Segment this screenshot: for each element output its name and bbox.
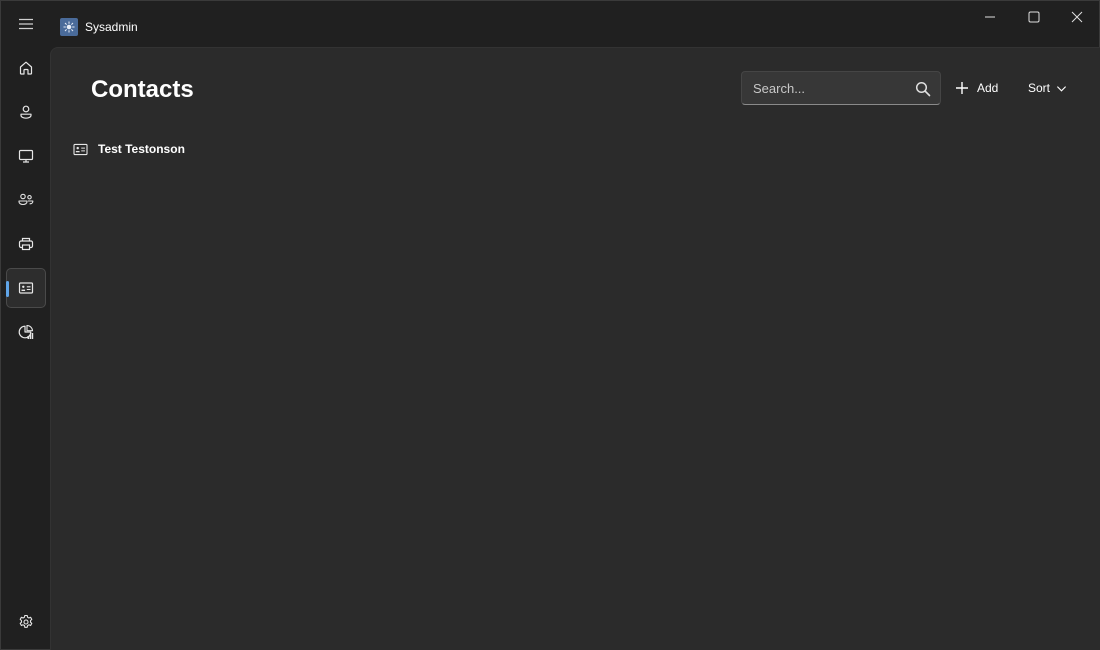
search-box[interactable] [741, 71, 941, 105]
menu-toggle-button[interactable] [6, 5, 46, 43]
sort-button-label: Sort [1028, 81, 1051, 95]
nav-item-reports[interactable] [6, 312, 46, 352]
nav-item-home[interactable] [6, 48, 46, 88]
add-button[interactable]: Add [955, 72, 998, 104]
home-icon [19, 61, 33, 75]
nav-item-groups[interactable] [6, 180, 46, 220]
plus-icon [956, 82, 968, 94]
person-icon [20, 105, 32, 119]
minimize-button[interactable] [967, 1, 1013, 33]
chart-icon [18, 324, 34, 339]
nav-item-printers[interactable] [6, 224, 46, 264]
app-window: Sysadmin Contacts Search... Add Sort Tes… [0, 0, 1100, 650]
maximize-button[interactable] [1011, 1, 1057, 33]
page-title: Contacts [91, 76, 194, 103]
title-bar: Sysadmin [1, 1, 1099, 47]
nav-item-users[interactable] [6, 92, 46, 132]
search-input[interactable] [742, 72, 907, 104]
chevron-down-icon [1057, 85, 1067, 92]
app-title: Sysadmin [85, 20, 138, 34]
maximize-icon [1028, 11, 1040, 23]
close-icon [1071, 11, 1083, 23]
selected-indicator [6, 281, 9, 297]
monitor-icon [18, 149, 34, 163]
nav-item-contacts[interactable] [6, 268, 46, 308]
hamburger-icon [19, 18, 33, 30]
nav-item-devices[interactable] [6, 136, 46, 176]
nav-item-settings[interactable] [6, 602, 46, 642]
minimize-icon [985, 16, 995, 18]
app-logo-icon [60, 18, 78, 36]
contact-card-icon [18, 282, 34, 294]
search-icon[interactable] [915, 81, 931, 97]
add-button-label: Add [977, 81, 999, 95]
contact-name: Test Testonson [98, 142, 185, 156]
contact-card-icon [73, 143, 88, 155]
people-icon [18, 193, 34, 206]
gear-icon [19, 614, 33, 628]
contact-list-item[interactable]: Test Testonson [73, 136, 185, 162]
content-pane: Contacts Add Sort Test Testonson [50, 47, 1100, 650]
close-button[interactable] [1054, 1, 1100, 33]
sort-button[interactable]: Sort [1028, 72, 1067, 104]
printer-icon [18, 237, 34, 251]
